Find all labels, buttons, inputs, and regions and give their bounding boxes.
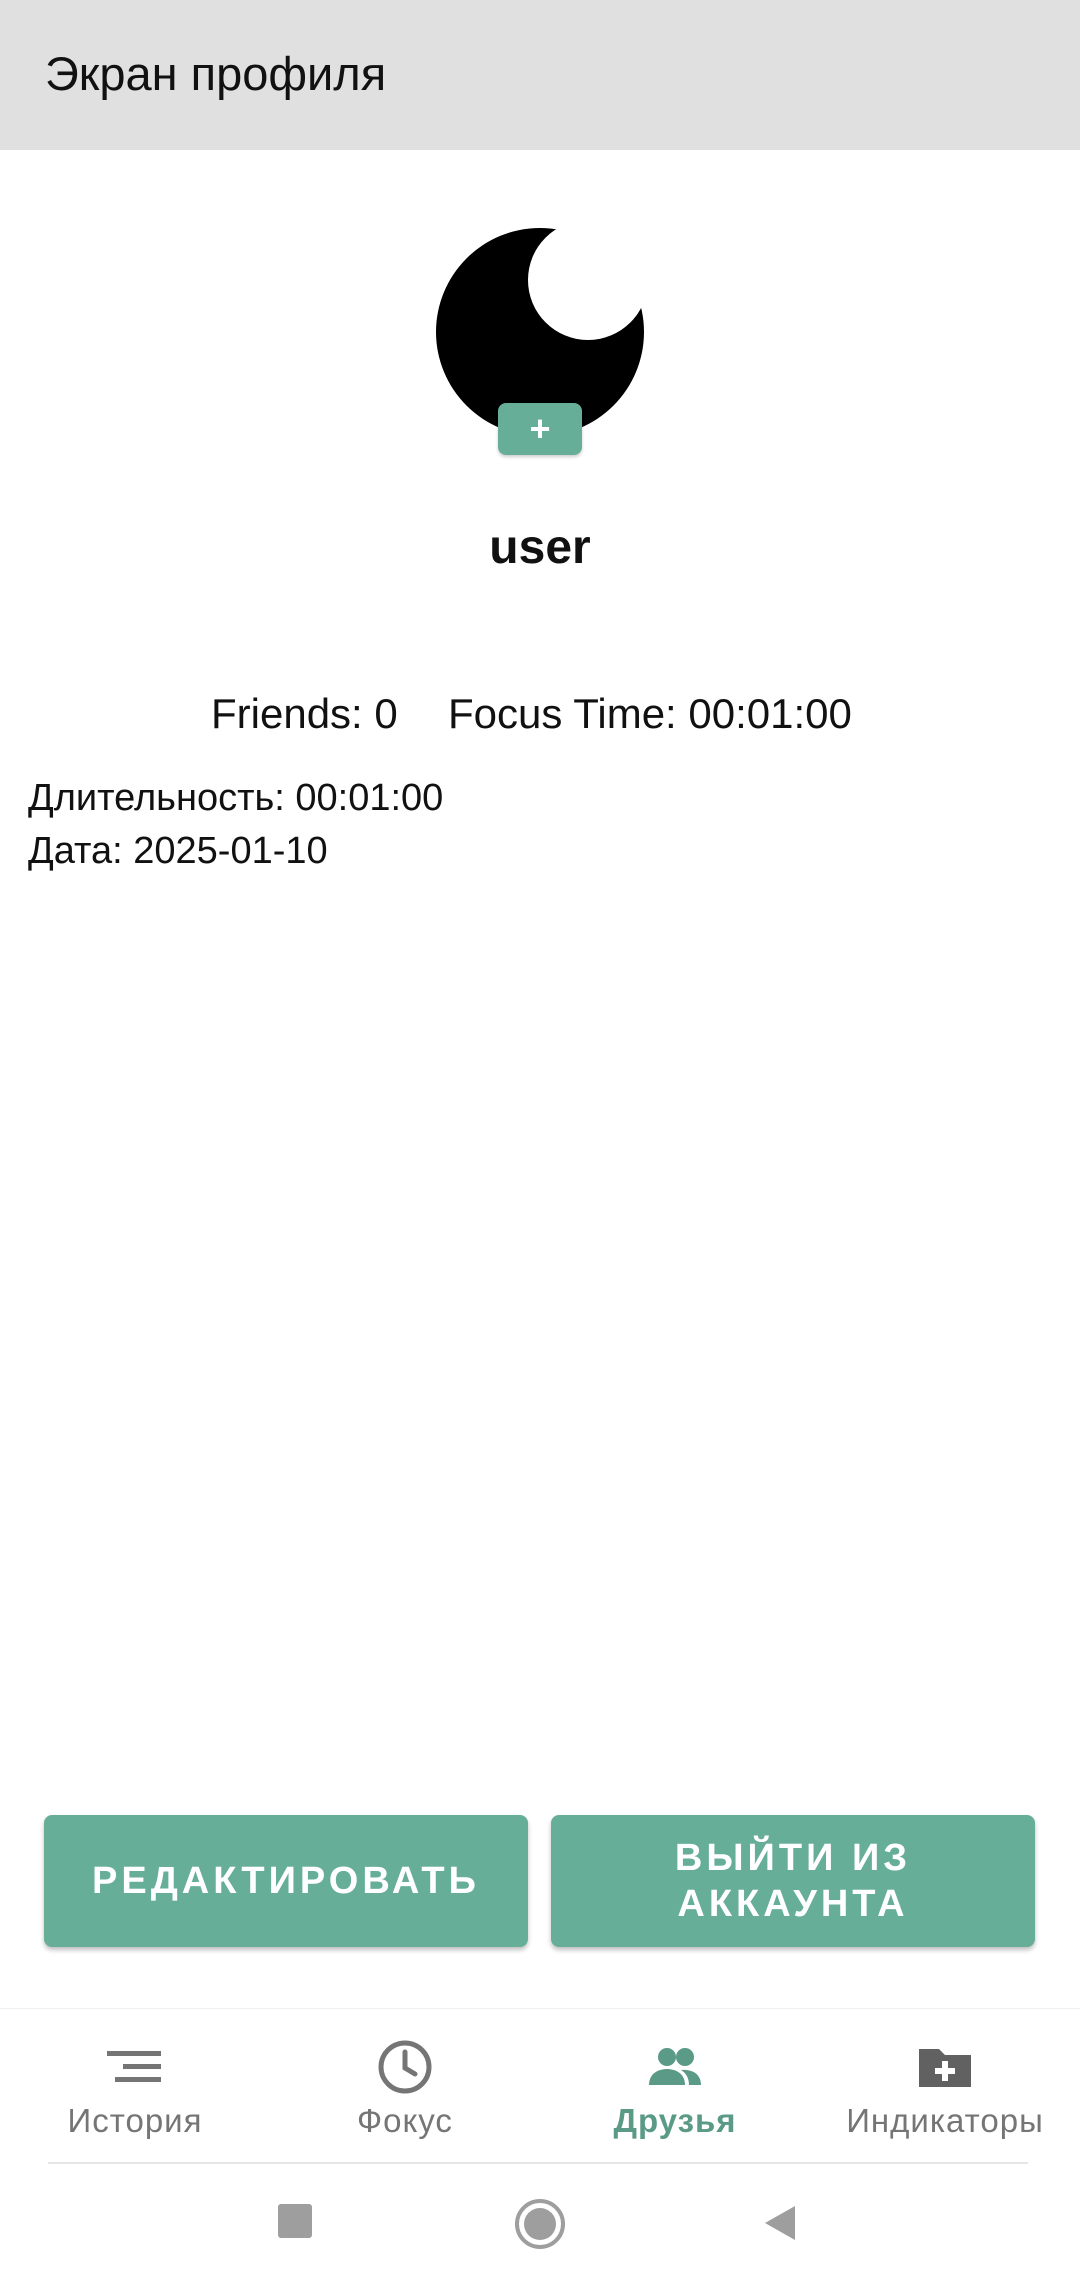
- nav-item-focus[interactable]: Фокус: [270, 2009, 540, 2164]
- add-photo-button[interactable]: +: [498, 403, 582, 455]
- username: user: [489, 521, 591, 574]
- nav-label-friends: Друзья: [613, 2102, 737, 2139]
- edit-button[interactable]: РЕДАКТИРОВАТЬ: [44, 1815, 528, 1947]
- back-icon[interactable]: [763, 2204, 797, 2242]
- app-bar: Экран профиля: [0, 0, 1080, 150]
- focus-time: Focus Time: 00:01:00: [448, 690, 852, 737]
- recents-icon[interactable]: [278, 2204, 312, 2238]
- avatar[interactable]: +: [430, 220, 650, 460]
- nav-label-history: История: [67, 2102, 203, 2139]
- bottom-navigation: История Фокус Друзья Индикаторы: [0, 2008, 1080, 2164]
- page-title: Экран профиля: [45, 47, 387, 100]
- nav-label-focus: Фокус: [357, 2102, 453, 2139]
- system-navigation-bar: [0, 2164, 1080, 2293]
- history-list-icon: [107, 2051, 161, 2082]
- clock-icon: [378, 2040, 432, 2094]
- logout-button[interactable]: ВЫЙТИ ИЗ АККАУНТА: [551, 1815, 1035, 1947]
- folder-add-icon: [919, 2049, 971, 2087]
- nav-item-indicators[interactable]: Индикаторы: [810, 2009, 1080, 2164]
- nav-label-indicators: Индикаторы: [846, 2102, 1044, 2139]
- nav-item-history[interactable]: История: [0, 2009, 270, 2164]
- nav-item-friends[interactable]: Друзья: [540, 2009, 810, 2164]
- home-icon[interactable]: [514, 2198, 566, 2250]
- session-date: Дата: 2025-01-10: [28, 830, 328, 872]
- friends-count: Friends: 0: [211, 690, 398, 737]
- session-duration: Длительность: 00:01:00: [28, 777, 444, 819]
- profile-screen: Экран профиля + user Friends: 0 Focus Ti…: [0, 0, 1080, 2293]
- friends-icon: [649, 2048, 701, 2085]
